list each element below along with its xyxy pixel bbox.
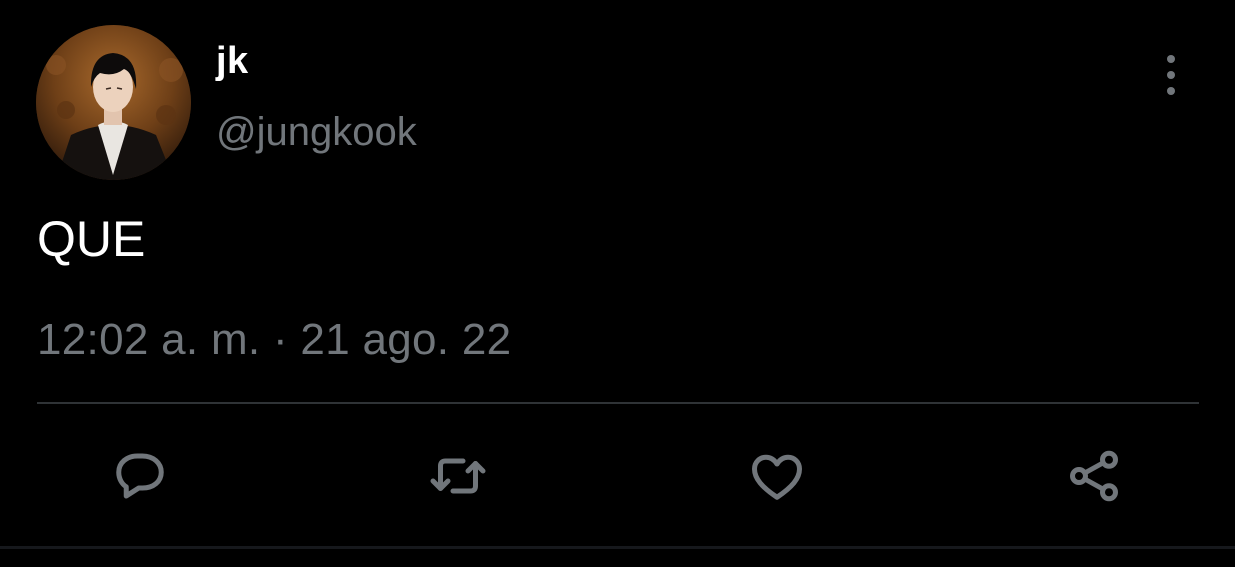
share-icon	[1070, 450, 1118, 502]
author-display-name[interactable]: jk	[216, 42, 249, 80]
like-button[interactable]	[745, 444, 809, 508]
retweet-button[interactable]	[426, 444, 490, 508]
bottom-divider	[0, 546, 1235, 549]
author-handle[interactable]: @jungkook	[216, 112, 417, 152]
retweet-icon	[430, 458, 486, 494]
avatar[interactable]	[36, 25, 191, 180]
reply-icon	[116, 453, 164, 499]
share-button[interactable]	[1062, 444, 1126, 508]
avatar-image	[36, 25, 191, 180]
reply-button[interactable]	[108, 444, 172, 508]
heart-icon	[752, 454, 802, 500]
tweet-text: QUE	[37, 211, 146, 267]
more-options-button[interactable]	[1150, 50, 1192, 100]
more-vertical-icon	[1167, 55, 1175, 95]
divider	[37, 402, 1199, 404]
tweet-timestamp[interactable]: 12:02 a. m. · 21 ago. 22	[37, 318, 511, 362]
